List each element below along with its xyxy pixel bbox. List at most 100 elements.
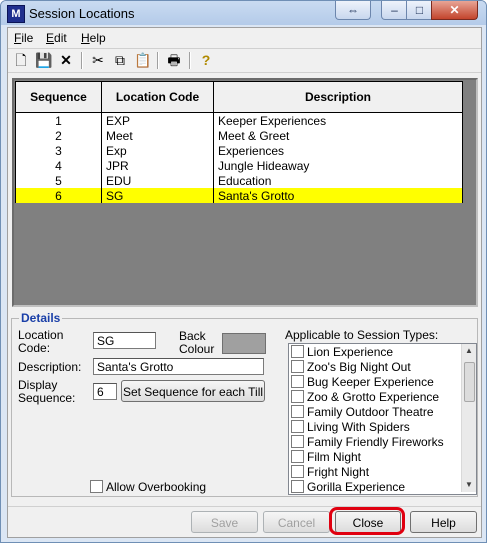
display-sequence-label: Display Sequence: [18, 378, 76, 405]
list-item[interactable]: Zoo & Grotto Experience [291, 390, 439, 405]
table-row-selected[interactable]: 6 SG Santa's Grotto [15, 188, 463, 203]
paste-icon[interactable]: 📋 [134, 52, 151, 68]
button-bar: Save Cancel Close Help [8, 506, 481, 537]
checkbox-box[interactable] [90, 480, 103, 494]
save-icon[interactable]: 💾 [35, 52, 52, 68]
checkbox-box[interactable] [291, 345, 304, 359]
locations-table: Sequence Location Code Description 1 EXP… [15, 81, 463, 203]
close-window-button[interactable]: ✕ [431, 1, 478, 20]
menu-help[interactable]: Help [81, 31, 106, 45]
list-item-label: Fright Night [307, 465, 370, 479]
description-field[interactable]: Santa's Grotto [93, 358, 264, 375]
display-sequence-field[interactable]: 6 [93, 383, 117, 400]
help-icon[interactable]: ? [198, 52, 214, 68]
cell-location-code[interactable]: SG [101, 188, 214, 203]
close-button-highlight [329, 507, 405, 535]
back-colour-swatch[interactable] [222, 333, 266, 354]
cell-description[interactable]: Santa's Grotto [213, 188, 463, 203]
cell-description[interactable]: Keeper Experiences [213, 112, 463, 128]
table-row[interactable]: 2 Meet Meet & Greet [15, 128, 463, 143]
menu-edit[interactable]: Edit [46, 31, 67, 45]
cell-description[interactable]: Meet & Greet [213, 128, 463, 143]
session-types-label: Applicable to Session Types: [285, 328, 439, 342]
list-item[interactable]: Bug Keeper Experience [291, 375, 434, 390]
print-icon[interactable]: 🖶 [166, 52, 182, 68]
checkbox-box[interactable] [291, 360, 304, 374]
table-row[interactable]: 3 Exp Experiences [15, 143, 463, 158]
list-item[interactable]: Living With Spiders [291, 420, 410, 435]
toolbar-separator [189, 52, 191, 69]
checkbox-box[interactable] [291, 435, 304, 449]
list-scrollbar[interactable]: ▲ ▼ [461, 344, 476, 492]
allow-overbooking-checkbox[interactable]: Allow Overbooking [90, 480, 206, 494]
cell-description[interactable]: Experiences [213, 143, 463, 158]
toolbar-separator [81, 52, 83, 69]
list-item-label: Family Friendly Fireworks [307, 435, 444, 449]
cell-location-code[interactable]: Exp [101, 143, 214, 158]
scroll-thumb[interactable] [464, 362, 475, 402]
location-code-label: Location Code: [18, 328, 64, 355]
copy-icon[interactable]: ⧉ [112, 52, 128, 68]
toolbar: 🗋 💾 ✕ ✂ ⧉ 📋 🖶 ? [8, 48, 481, 73]
list-item[interactable]: Family Friendly Fireworks [291, 435, 444, 450]
cell-location-code[interactable]: EDU [101, 173, 214, 188]
column-header-location-code[interactable]: Location Code [101, 81, 214, 113]
maximize-button[interactable]: □ [406, 1, 433, 20]
save-button[interactable]: Save [191, 511, 258, 533]
toolbar-separator [157, 52, 159, 69]
checkbox-box[interactable] [291, 390, 304, 404]
cell-sequence[interactable]: 3 [15, 143, 102, 158]
cut-icon[interactable]: ✂ [90, 52, 106, 68]
cell-sequence[interactable]: 1 [15, 112, 102, 128]
checkbox-box[interactable] [291, 405, 304, 419]
table-row[interactable]: 5 EDU Education [15, 173, 463, 188]
cell-location-code[interactable]: JPR [101, 158, 214, 173]
cell-sequence[interactable]: 2 [15, 128, 102, 143]
checkbox-box[interactable] [291, 465, 304, 479]
checkbox-box[interactable] [291, 480, 304, 494]
menu-file[interactable]: File [14, 31, 33, 45]
column-header-description[interactable]: Description [213, 81, 463, 113]
session-types-list[interactable]: Lion Experience Zoo's Big Night Out Bug … [288, 343, 477, 495]
title-bar[interactable]: M Session Locations ⇔ – □ ✕ [1, 1, 486, 25]
list-item[interactable]: Film Night [291, 450, 361, 465]
cancel-button[interactable]: Cancel [263, 511, 330, 533]
scroll-down-icon[interactable]: ▼ [462, 478, 476, 492]
app-icon: M [7, 5, 25, 23]
location-code-field[interactable]: SG [93, 332, 156, 349]
list-item-label: Family Outdoor Theatre [307, 405, 434, 419]
list-item-label: Zoo's Big Night Out [307, 360, 411, 374]
restore-window-button[interactable]: ⇔ [335, 1, 371, 20]
new-icon[interactable]: 🗋 [13, 52, 29, 68]
cell-sequence[interactable]: 5 [15, 173, 102, 188]
table-row[interactable]: 1 EXP Keeper Experiences [15, 112, 463, 128]
description-label: Description: [18, 360, 82, 374]
cell-sequence[interactable]: 6 [15, 188, 102, 203]
help-button[interactable]: Help [410, 511, 477, 533]
session-locations-window: M Session Locations ⇔ – □ ✕ File Edit He… [0, 0, 487, 543]
details-group: Details Location Code: SG Back Colour De… [11, 311, 478, 497]
table-row[interactable]: 4 JPR Jungle Hideaway [15, 158, 463, 173]
list-item[interactable]: Family Outdoor Theatre [291, 405, 434, 420]
cell-description[interactable]: Education [213, 173, 463, 188]
checkbox-box[interactable] [291, 420, 304, 434]
cell-location-code[interactable]: Meet [101, 128, 214, 143]
back-colour-label: Back Colour [179, 329, 215, 356]
window-title: Session Locations [29, 6, 135, 21]
list-item-label: Bug Keeper Experience [307, 375, 434, 389]
checkbox-box[interactable] [291, 450, 304, 464]
list-item[interactable]: Zoo's Big Night Out [291, 360, 411, 375]
cell-description[interactable]: Jungle Hideaway [213, 158, 463, 173]
list-item[interactable]: Gorilla Experience [291, 480, 405, 494]
scroll-up-icon[interactable]: ▲ [462, 344, 476, 358]
delete-icon[interactable]: ✕ [58, 52, 74, 68]
minimize-button[interactable]: – [381, 1, 408, 20]
list-item[interactable]: Lion Experience [291, 345, 393, 360]
set-sequence-button[interactable]: Set Sequence for each Till [121, 380, 265, 402]
cell-sequence[interactable]: 4 [15, 158, 102, 173]
list-item[interactable]: Fright Night [291, 465, 369, 480]
cell-location-code[interactable]: EXP [101, 112, 214, 128]
column-header-sequence[interactable]: Sequence [15, 81, 102, 113]
list-item-label: Zoo & Grotto Experience [307, 390, 440, 404]
checkbox-box[interactable] [291, 375, 304, 389]
